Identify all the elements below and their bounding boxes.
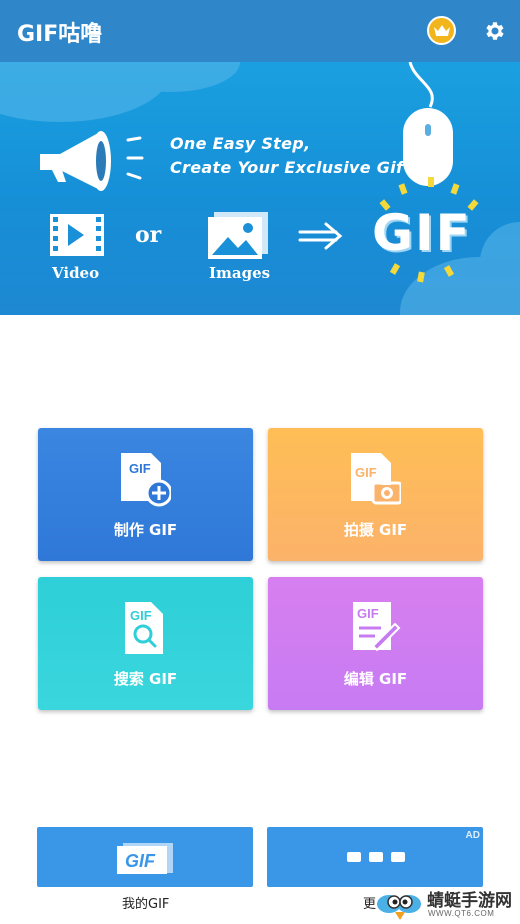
video-label: Video <box>52 264 100 282</box>
app-title: GIF咕噜 <box>17 22 103 47</box>
shoot-gif-button[interactable]: GIF 拍摄 GIF <box>268 428 483 561</box>
watermark: 蜻蜓手游网 WWW.QT6.COM <box>375 884 520 924</box>
my-gif-button[interactable]: GIF <box>37 827 253 887</box>
more-dots-icon <box>347 852 405 862</box>
gif-card-text: GIF <box>125 851 156 871</box>
tile-icon-badge: GIF <box>357 606 379 621</box>
watermark-url: WWW.QT6.COM <box>428 909 495 918</box>
tile-icon-badge: GIF <box>130 608 152 623</box>
tile-icon-badge: GIF <box>355 465 377 480</box>
shoot-gif-label: 拍摄 GIF <box>343 521 408 539</box>
dragonfly-logo-icon <box>377 895 421 920</box>
or-label: or <box>135 222 162 248</box>
images-icon <box>208 212 268 259</box>
search-gif-button[interactable]: GIF 搜索 GIF <box>38 577 253 710</box>
tile-icon-badge: GIF <box>129 461 151 476</box>
promo-banner[interactable]: One Easy Step, Create Your Exclusive Gif… <box>0 62 520 315</box>
crown-icon <box>433 24 450 36</box>
gif-camera-icon: GIF <box>351 453 401 505</box>
ad-badge: AD <box>465 830 480 841</box>
video-icon <box>50 214 104 256</box>
gif-card-icon: GIF <box>117 843 173 874</box>
arrow-icon <box>298 222 343 250</box>
make-gif-button[interactable]: GIF 制作 GIF <box>38 428 253 561</box>
app-bar: GIF咕噜 <box>0 0 520 62</box>
edit-gif-label: 编辑 GIF <box>343 670 408 688</box>
gif-logo-text: GIF <box>372 204 472 262</box>
watermark-text: 蜻蜓手游网 <box>427 891 512 911</box>
my-gif-label: 我的GIF <box>122 897 170 912</box>
vip-button[interactable] <box>427 16 456 45</box>
megaphone-icon <box>40 131 144 191</box>
search-gif-label: 搜索 GIF <box>113 670 178 688</box>
gif-search-icon: GIF <box>125 602 163 654</box>
edit-gif-button[interactable]: GIF 编辑 GIF <box>268 577 483 710</box>
gear-icon[interactable] <box>482 19 506 43</box>
gif-add-icon: GIF <box>121 453 171 507</box>
gif-edit-icon: GIF <box>353 602 401 652</box>
banner-tagline-line2: Create Your Exclusive Gif ! <box>170 158 417 177</box>
more-button[interactable]: AD <box>267 827 483 887</box>
banner-tagline-line1: One Easy Step, <box>170 134 311 153</box>
images-label: Images <box>209 264 271 282</box>
make-gif-label: 制作 GIF <box>113 521 178 539</box>
